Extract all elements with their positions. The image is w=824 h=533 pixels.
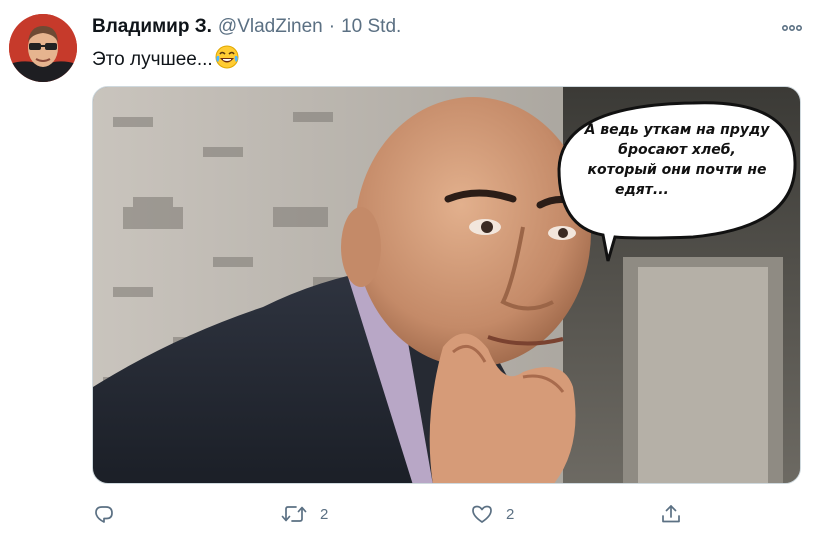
separator-dot: ·: [328, 16, 336, 37]
bubble-line: едят...: [615, 182, 669, 198]
speech-bubble: А ведь уткам на пруду бросают хлеб, кото…: [557, 99, 797, 239]
share-icon: [662, 505, 680, 523]
like-button[interactable]: 2: [470, 498, 514, 530]
bubble-line: А ведь уткам на пруду: [584, 122, 770, 138]
more-options-button[interactable]: [780, 16, 804, 40]
bubble-line: который они почти не: [587, 162, 767, 178]
like-count: 2: [506, 505, 515, 523]
tweet-media-image[interactable]: А ведь уткам на пруду бросают хлеб, кото…: [92, 86, 801, 484]
tweet-timestamp[interactable]: 10 Std.: [341, 16, 401, 38]
tweet-header: Владимир З. @VladZinen · 10 Std.: [92, 16, 401, 42]
more-icon: [781, 25, 803, 32]
author-handle[interactable]: @VladZinen: [218, 16, 323, 38]
bubble-line: бросают хлеб,: [618, 142, 736, 158]
laughing-crying-emoji-icon: [215, 45, 239, 75]
author-name[interactable]: Владимир З.: [92, 16, 212, 38]
share-button[interactable]: [659, 498, 683, 530]
avatar[interactable]: [9, 14, 77, 82]
tweet-text: Это лучшее...: [92, 45, 239, 75]
reply-button[interactable]: [92, 498, 128, 530]
retweet-count: 2: [320, 505, 329, 523]
reply-icon: [95, 506, 113, 523]
retweet-button[interactable]: 2: [280, 498, 328, 530]
heart-icon: [472, 505, 492, 523]
retweet-icon: [281, 506, 307, 522]
tweet-actions: 2 2: [92, 498, 792, 530]
tweet-text-content: Это лучшее...: [92, 49, 213, 70]
